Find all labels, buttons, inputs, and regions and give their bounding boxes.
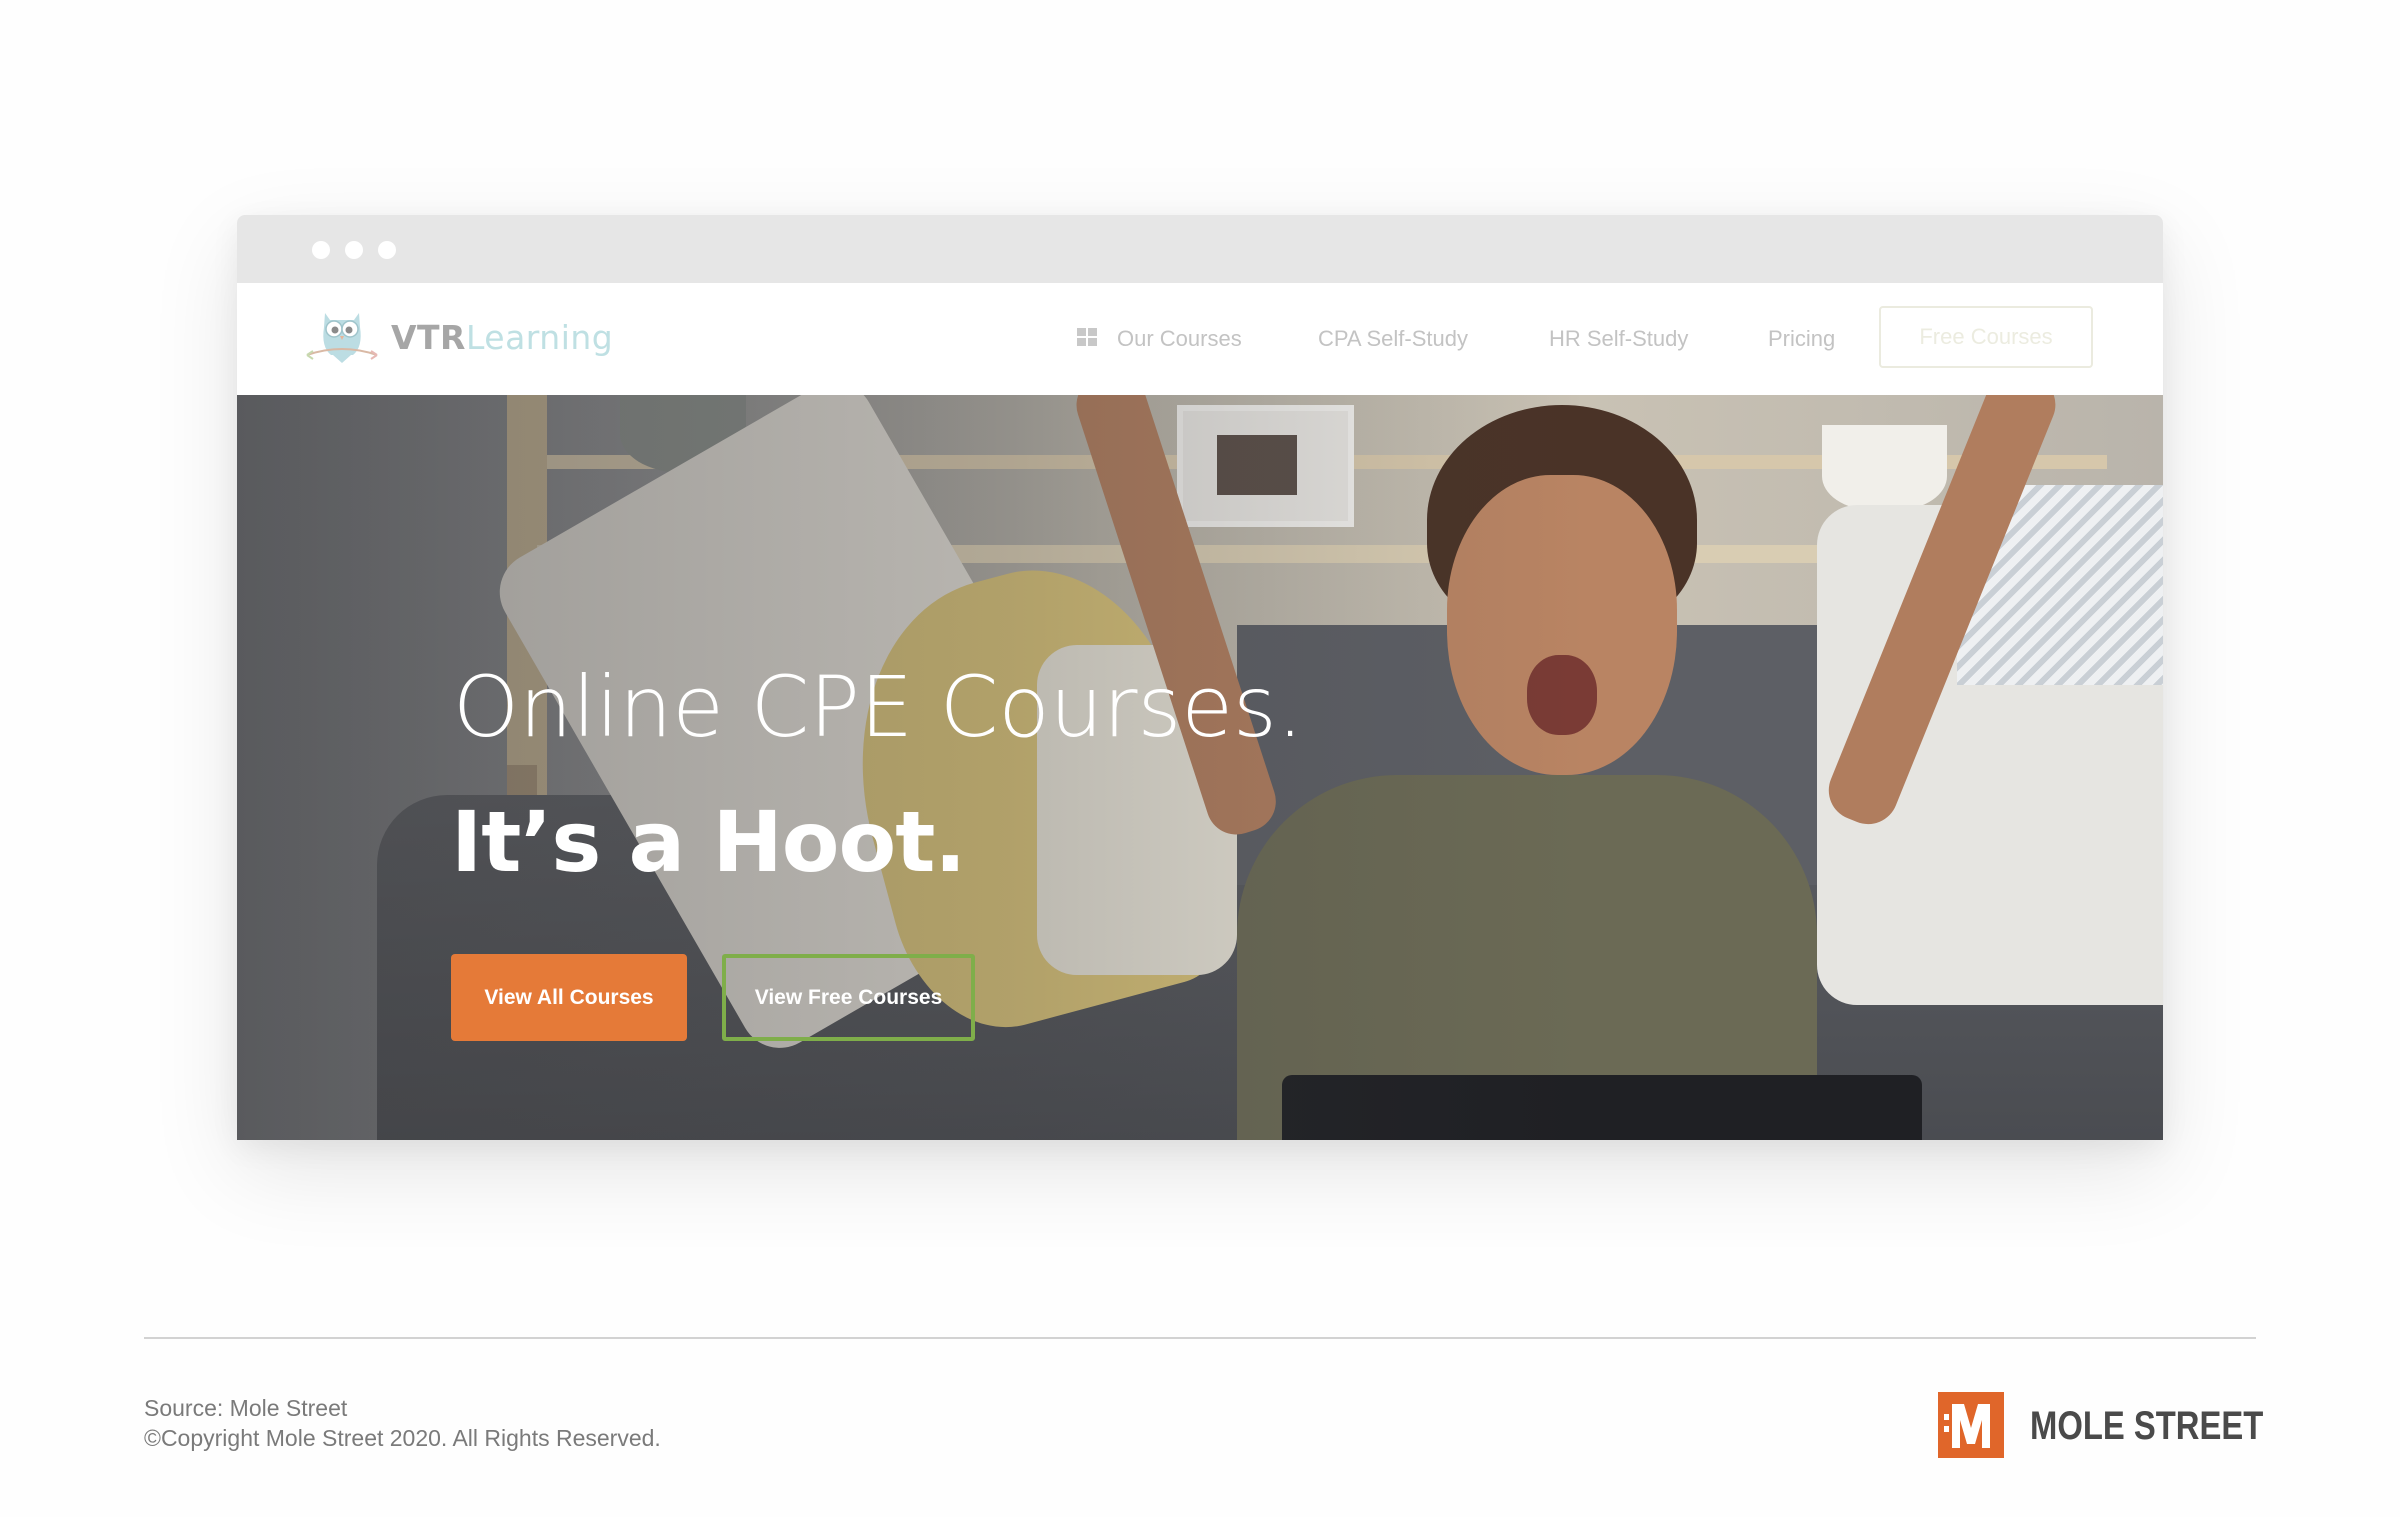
footer-source: Source: Mole Street ©Copyright Mole Stre… bbox=[144, 1393, 661, 1453]
site-navbar: VTRLearning Our Courses CPA Self-Study H… bbox=[237, 283, 2163, 395]
copyright-text: ©Copyright Mole Street 2020. All Rights … bbox=[144, 1425, 661, 1451]
logo-learning: Learning bbox=[465, 317, 614, 357]
view-free-courses-button[interactable]: View Free Courses bbox=[722, 954, 975, 1041]
window-dot-maximize[interactable] bbox=[378, 241, 396, 259]
logo-wordmark: VTRLearning bbox=[391, 321, 613, 354]
hero-subheadline: It’s a Hoot. bbox=[451, 793, 966, 891]
hero-headline: Online CPE Courses. bbox=[453, 658, 1304, 756]
nav-cpa-self-study[interactable]: CPA Self-Study bbox=[1318, 321, 1468, 357]
window-dot-minimize[interactable] bbox=[345, 241, 363, 259]
mole-street-wordmark: MOLE STREET bbox=[2030, 1404, 2264, 1448]
owl-icon bbox=[306, 313, 378, 363]
source-text: Source: Mole Street bbox=[144, 1395, 348, 1421]
nav-hr-self-study[interactable]: HR Self-Study bbox=[1549, 321, 1688, 357]
nav-pricing[interactable]: Pricing bbox=[1768, 321, 1835, 357]
logo-vtr: VTR bbox=[391, 317, 466, 357]
window-dot-close[interactable] bbox=[312, 241, 330, 259]
hero-section: Online CPE Courses. It’s a Hoot. View Al… bbox=[237, 395, 2163, 1140]
footer-divider bbox=[144, 1337, 2256, 1339]
free-courses-button[interactable]: Free Courses bbox=[1879, 306, 2093, 368]
site-logo[interactable]: VTRLearning bbox=[303, 307, 613, 367]
view-all-courses-button[interactable]: View All Courses bbox=[451, 954, 687, 1041]
grid-icon bbox=[1077, 328, 1098, 347]
nav-our-courses[interactable]: Our Courses bbox=[1117, 321, 1242, 357]
browser-titlebar bbox=[237, 215, 2163, 283]
browser-window: VTRLearning Our Courses CPA Self-Study H… bbox=[237, 215, 2163, 1140]
mole-street-logo-icon bbox=[1938, 1392, 2004, 1458]
